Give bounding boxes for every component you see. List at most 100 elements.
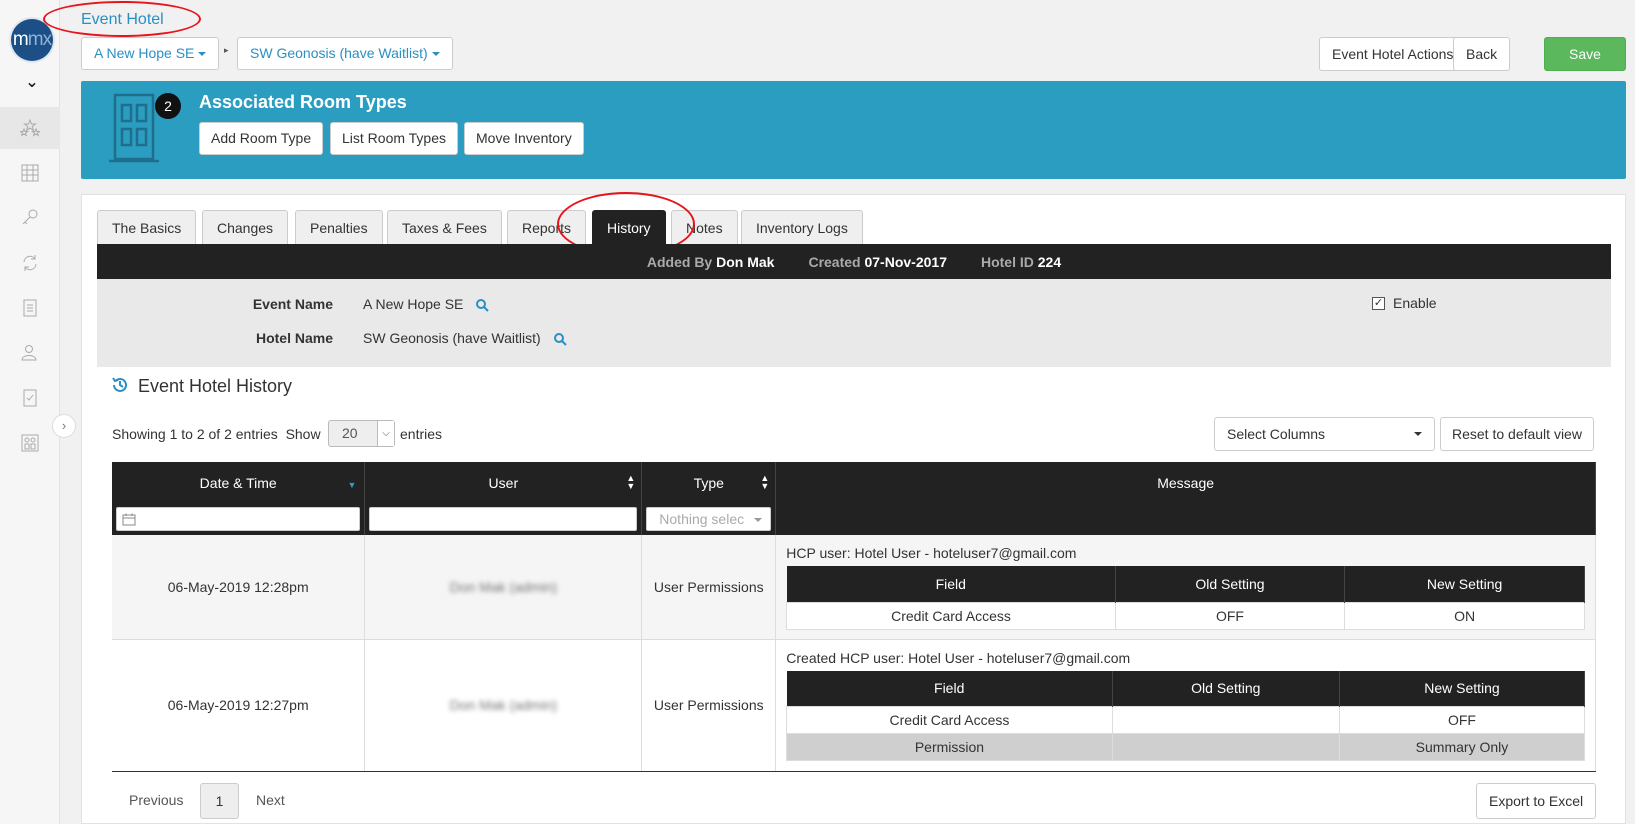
app-logo[interactable]: mmx <box>11 19 53 61</box>
tab-changes[interactable]: Changes <box>202 210 289 244</box>
sidebar-item-hotels[interactable] <box>0 152 60 194</box>
created-date: Created 07-Nov-2017 <box>808 253 947 270</box>
table-row: 06-May-2019 12:28pm Don Mak (admin) User… <box>112 535 1596 639</box>
datetime-cell: 06-May-2019 12:28pm <box>112 535 366 639</box>
chevron-down-icon[interactable]: ⌄ <box>22 72 42 92</box>
change-header-old: Old Setting <box>1112 670 1340 707</box>
table-row: 06-May-2019 12:27pm Don Mak (admin) User… <box>112 638 1596 772</box>
reset-default-view-button[interactable]: Reset to default view <box>1440 417 1594 451</box>
caret-down-icon <box>754 518 763 522</box>
change-old <box>1111 733 1340 761</box>
user-cell: Don Mak (admin) <box>364 535 643 639</box>
change-header-new: New Setting <box>1339 670 1586 707</box>
breadcrumb-event-label: A New Hope SE <box>94 45 195 61</box>
change-field: Credit Card Access <box>786 601 1116 630</box>
search-icon[interactable] <box>475 298 489 313</box>
column-header-message: Message <box>775 462 1596 503</box>
breadcrumb-event-dropdown[interactable]: A New Hope SE <box>81 37 220 70</box>
filter-date-cell <box>112 503 366 535</box>
caret-down-icon <box>198 52 207 57</box>
entries-label: entries <box>400 426 443 442</box>
back-button[interactable]: Back <box>1453 37 1511 71</box>
page-size-value: 20 <box>342 425 358 441</box>
column-header-user[interactable]: User ▲ ▼ <box>364 462 643 503</box>
pagination-previous[interactable]: Previous <box>129 792 183 808</box>
sidebar-item-sync[interactable] <box>0 242 60 284</box>
filter-type-cell: Nothing selec <box>641 503 777 535</box>
sidebar-expand-button[interactable]: › <box>52 414 76 438</box>
tab-taxes-fees[interactable]: Taxes & Fees <box>387 210 502 244</box>
people-grid-icon <box>21 434 39 452</box>
tab-penalties[interactable]: Penalties <box>295 210 383 244</box>
type-filter-select[interactable]: Nothing selec <box>646 507 772 531</box>
sidebar-item-keys[interactable] <box>0 197 60 239</box>
room-types-banner: 2 Associated Room Types Add Room Type Li… <box>81 81 1626 179</box>
datetime-cell: 06-May-2019 12:27pm <box>112 638 366 772</box>
sidebar-item-events[interactable] <box>0 107 60 149</box>
left-sidebar: mmx ⌄ › <box>0 0 76 824</box>
search-icon[interactable] <box>553 332 567 347</box>
message-cell: HCP user: Hotel User - hoteluser7@gmail.… <box>775 535 1596 639</box>
sort-icon: ▲ ▼ <box>760 473 770 491</box>
sidebar-item-users[interactable] <box>0 332 60 374</box>
enable-label: Enable <box>1393 295 1437 311</box>
change-new: ON <box>1344 601 1585 630</box>
change-old: OFF <box>1114 601 1346 630</box>
type-cell: User Permissions <box>641 638 777 772</box>
showing-text: Showing 1 to 2 of 2 entries <box>112 426 278 442</box>
user-name: Don Mak (admin) <box>449 697 558 713</box>
type-header-label: Type <box>693 474 724 491</box>
date-filter-input[interactable] <box>116 507 361 531</box>
list-room-types-button[interactable]: List Room Types <box>330 122 459 155</box>
hotel-id: Hotel ID 224 <box>980 253 1062 270</box>
change-new: Summary Only <box>1338 733 1586 761</box>
event-name-value: A New Hope SE <box>363 296 489 313</box>
add-room-type-button[interactable]: Add Room Type <box>199 122 324 155</box>
chevron-down-icon: ⌵ <box>377 421 394 446</box>
hotel-name-label: Hotel Name <box>255 330 333 346</box>
enable-checkbox[interactable]: ✓ <box>1372 297 1385 310</box>
sort-icon: ▲ ▼ <box>626 473 636 491</box>
checklist-icon <box>23 389 37 407</box>
change-header-field: Field <box>786 670 1113 707</box>
pagination-page-1[interactable]: 1 <box>200 783 239 819</box>
sidebar-item-reports[interactable] <box>0 287 60 329</box>
actions-label: Event Hotel Actions <box>1332 46 1454 62</box>
tab-the-basics[interactable]: The Basics <box>97 210 197 244</box>
export-to-excel-button[interactable]: Export to Excel <box>1476 783 1597 819</box>
tab-inventory-logs[interactable]: Inventory Logs <box>741 210 863 244</box>
user-filter-input[interactable] <box>369 507 638 531</box>
hotel-name-value: SW Geonosis (have Waitlist) <box>363 330 567 347</box>
change-table: Field Old Setting New Setting Credit Car… <box>786 566 1585 630</box>
user-header-label: User <box>488 474 519 491</box>
sidebar-item-checklist[interactable] <box>0 377 60 419</box>
show-label: Show <box>285 426 321 442</box>
save-button[interactable]: Save <box>1544 37 1626 71</box>
key-icon <box>22 209 38 225</box>
event-name-label: Event Name <box>252 296 333 312</box>
column-header-type[interactable]: Type ▲ ▼ <box>641 462 777 503</box>
history-icon <box>112 377 127 392</box>
column-header-date-time[interactable]: Date & Time ▼ <box>112 462 366 503</box>
user-cell: Don Mak (admin) <box>364 638 643 772</box>
breadcrumb-separator-icon: ▸ <box>224 45 229 55</box>
type-cell: User Permissions <box>641 535 777 639</box>
breadcrumb-hotel-dropdown[interactable]: SW Geonosis (have Waitlist) <box>237 37 453 70</box>
hotel-name-text: SW Geonosis (have Waitlist) <box>363 330 541 346</box>
page-size-select[interactable]: 20 ⌵ <box>328 420 395 447</box>
sidebar-item-people[interactable] <box>0 422 60 464</box>
filter-user-cell <box>364 503 643 535</box>
change-header-old: Old Setting <box>1115 566 1346 602</box>
entries-summary: Showing 1 to 2 of 2 entries Show <box>112 426 321 442</box>
select-columns-dropdown[interactable]: Select Columns <box>1214 417 1435 451</box>
change-new: OFF <box>1338 706 1586 734</box>
logo-text: m <box>12 29 29 50</box>
document-list-icon <box>23 299 37 317</box>
breadcrumb-hotel-label: SW Geonosis (have Waitlist) <box>250 45 428 61</box>
pagination-next[interactable]: Next <box>256 792 285 808</box>
building-icon <box>21 164 39 182</box>
move-inventory-button[interactable]: Move Inventory <box>464 122 584 155</box>
record-info-bar: Added By Don Mak Created 07-Nov-2017 Hot… <box>97 244 1611 279</box>
users-icon <box>21 345 37 361</box>
user-name: Don Mak (admin) <box>449 578 558 595</box>
